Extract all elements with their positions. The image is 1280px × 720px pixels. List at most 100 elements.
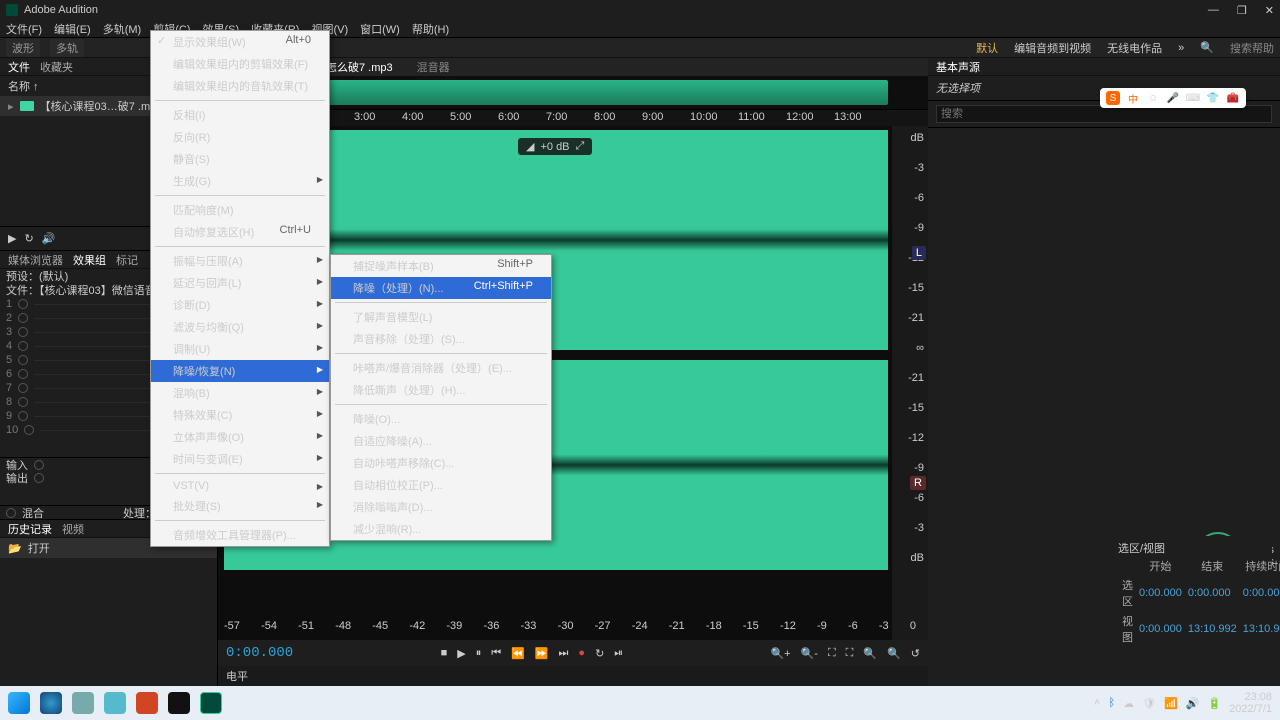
- media-browser-tab[interactable]: 媒体浏览器: [8, 252, 63, 268]
- rack-slot-power[interactable]: [24, 425, 34, 435]
- power-icon[interactable]: [6, 508, 16, 518]
- camera-icon[interactable]: [72, 692, 94, 714]
- window-close[interactable]: ✕: [1265, 4, 1274, 17]
- hud-db[interactable]: +0 dB: [540, 141, 569, 153]
- zoom-sel-icon[interactable]: ⛶: [846, 647, 854, 660]
- menu-item[interactable]: 混响(B): [151, 382, 329, 404]
- window-maximize[interactable]: ❐: [1237, 4, 1247, 17]
- rack-slot-power[interactable]: [18, 383, 28, 393]
- forward-icon[interactable]: ⏩: [535, 647, 549, 660]
- ime-skin-icon[interactable]: 👕: [1206, 91, 1220, 105]
- menu-item[interactable]: 音频增效工具管理器(P)...: [151, 524, 329, 546]
- menu-item[interactable]: VST(V): [151, 477, 329, 495]
- mixer-tab[interactable]: 混音器: [417, 59, 450, 75]
- timecode[interactable]: 0:00.000: [226, 645, 293, 661]
- menu-window[interactable]: 窗口(W): [360, 21, 400, 37]
- help-search[interactable]: 搜索帮助: [1230, 40, 1274, 56]
- effects-rack-tab[interactable]: 效果组: [73, 252, 106, 268]
- menu-item[interactable]: 减少混响(R)...: [331, 518, 551, 540]
- menu-item[interactable]: 降噪(O)...: [331, 408, 551, 430]
- auto-play-icon[interactable]: 🔊: [42, 232, 56, 245]
- menu-help[interactable]: 帮助(H): [412, 21, 449, 37]
- ime-toolbox-icon[interactable]: 🧰: [1226, 91, 1240, 105]
- rack-slot-power[interactable]: [18, 327, 28, 337]
- effects-menu[interactable]: 显示效果组(W)Alt+0✓编辑效果组内的剪辑效果(F)编辑效果组内的音轨效果(…: [150, 30, 330, 547]
- col-name[interactable]: 名称 ↑: [8, 78, 39, 94]
- windows-taskbar[interactable]: ˄ ᛒ ☁ 🛡 📶 🔊 🔋 23:08 2022/7/1: [0, 686, 1280, 720]
- menu-item[interactable]: 咔嗒声/爆音消除器（处理）(E)...: [331, 357, 551, 379]
- menu-item[interactable]: 降噪/恢复(N): [151, 360, 329, 382]
- wifi-icon[interactable]: 📶: [1164, 697, 1178, 710]
- essential-sound-tab[interactable]: 基本声源: [936, 59, 980, 75]
- skip-start-icon[interactable]: ⏮: [491, 647, 501, 660]
- sel-dur[interactable]: 0:00.000: [1241, 576, 1280, 610]
- video-tab[interactable]: 视频: [62, 521, 84, 537]
- share-icon[interactable]: [104, 692, 126, 714]
- menu-item[interactable]: 反向(R): [151, 126, 329, 148]
- files-tab[interactable]: 文件: [8, 59, 30, 75]
- loop-icon[interactable]: ↻: [24, 232, 33, 245]
- menu-multitrack[interactable]: 多轨(M): [103, 21, 142, 37]
- menu-item[interactable]: 滤波与均衡(Q): [151, 316, 329, 338]
- rack-slot-power[interactable]: [18, 397, 28, 407]
- volume-icon[interactable]: 🔊: [1186, 697, 1200, 710]
- menu-item[interactable]: 生成(G): [151, 170, 329, 192]
- view-start[interactable]: 0:00.000: [1137, 612, 1184, 646]
- workspace-radio[interactable]: 无线电作品: [1107, 40, 1162, 56]
- stop-icon[interactable]: ■: [441, 647, 448, 659]
- capcut-icon[interactable]: [168, 692, 190, 714]
- search-icon[interactable]: 🔍: [1200, 41, 1214, 54]
- menu-item[interactable]: 匹配响度(M): [151, 199, 329, 221]
- tray-up-icon[interactable]: ˄: [1094, 697, 1100, 709]
- onedrive-icon[interactable]: ☁: [1123, 697, 1134, 710]
- skip-end-icon[interactable]: ⏭: [559, 647, 569, 660]
- menu-file[interactable]: 文件(F): [6, 21, 42, 37]
- output-knob[interactable]: [34, 473, 44, 483]
- record-icon[interactable]: ●: [578, 647, 585, 659]
- workspace-default[interactable]: 默认: [976, 40, 998, 56]
- battery-icon[interactable]: 🔋: [1207, 697, 1221, 710]
- sel-start[interactable]: 0:00.000: [1137, 576, 1184, 610]
- workspace-edit-av[interactable]: 编辑音频到视频: [1014, 40, 1091, 56]
- menu-item[interactable]: 降噪（处理）(N)...Ctrl+Shift+P: [331, 277, 551, 299]
- rack-slot-power[interactable]: [18, 341, 28, 351]
- security-icon[interactable]: 🛡: [1142, 697, 1156, 710]
- zoom-out-v-icon[interactable]: 🔍: [887, 647, 901, 660]
- loop-icon[interactable]: ↻: [595, 647, 604, 660]
- menu-item[interactable]: 振幅与压限(A): [151, 250, 329, 272]
- sel-end[interactable]: 0:00.000: [1186, 576, 1239, 610]
- menu-item[interactable]: 反相(I): [151, 104, 329, 126]
- view-dur[interactable]: 13:10.992: [1241, 612, 1280, 646]
- ime-mic-icon[interactable]: 🎤: [1166, 91, 1180, 105]
- noise-reduction-submenu[interactable]: 捕捉噪声样本(B)Shift+P降噪（处理）(N)...Ctrl+Shift+P…: [330, 254, 552, 541]
- bluetooth-icon[interactable]: ᛒ: [1108, 697, 1115, 709]
- menu-item[interactable]: 显示效果组(W)Alt+0✓: [151, 31, 329, 53]
- menu-edit[interactable]: 编辑(E): [54, 21, 91, 37]
- ime-lang[interactable]: 中: [1126, 91, 1140, 105]
- clock-time[interactable]: 23:08: [1229, 691, 1272, 703]
- mode-waveform[interactable]: 波形: [6, 39, 40, 57]
- mode-multitrack[interactable]: 多轨: [50, 39, 84, 57]
- powerpoint-icon[interactable]: [136, 692, 158, 714]
- pause-icon[interactable]: ⏸: [476, 647, 482, 660]
- menu-item[interactable]: 自动咔嗒声移除(C)...: [331, 452, 551, 474]
- menu-item[interactable]: 时间与变调(E): [151, 448, 329, 470]
- zoom-in-icon[interactable]: 🔍+: [770, 647, 790, 660]
- audition-icon[interactable]: [200, 692, 222, 714]
- ime-emoji-icon[interactable]: ☺: [1146, 91, 1160, 105]
- view-end[interactable]: 13:10.992: [1186, 612, 1239, 646]
- window-minimize[interactable]: —: [1208, 4, 1219, 17]
- clock-date[interactable]: 2022/7/1: [1229, 703, 1272, 715]
- ime-toolbar[interactable]: S 中 ☺ 🎤 ⌨ 👕 🧰: [1100, 88, 1246, 108]
- zoom-reset-icon[interactable]: ↺: [911, 647, 920, 660]
- rack-slot-power[interactable]: [18, 299, 28, 309]
- zoom-out-icon[interactable]: 🔍-: [801, 647, 818, 660]
- hud[interactable]: ◢+0 dB⤢: [518, 138, 592, 155]
- menu-item[interactable]: 自动相位校正(P)...: [331, 474, 551, 496]
- history-tab[interactable]: 历史记录: [8, 521, 52, 537]
- menu-item[interactable]: 延迟与回声(L): [151, 272, 329, 294]
- channel-badge-r[interactable]: R: [910, 476, 926, 490]
- play-icon[interactable]: ▶: [8, 232, 16, 245]
- ime-logo-icon[interactable]: S: [1106, 91, 1120, 105]
- channel-badge-l[interactable]: L: [912, 246, 926, 260]
